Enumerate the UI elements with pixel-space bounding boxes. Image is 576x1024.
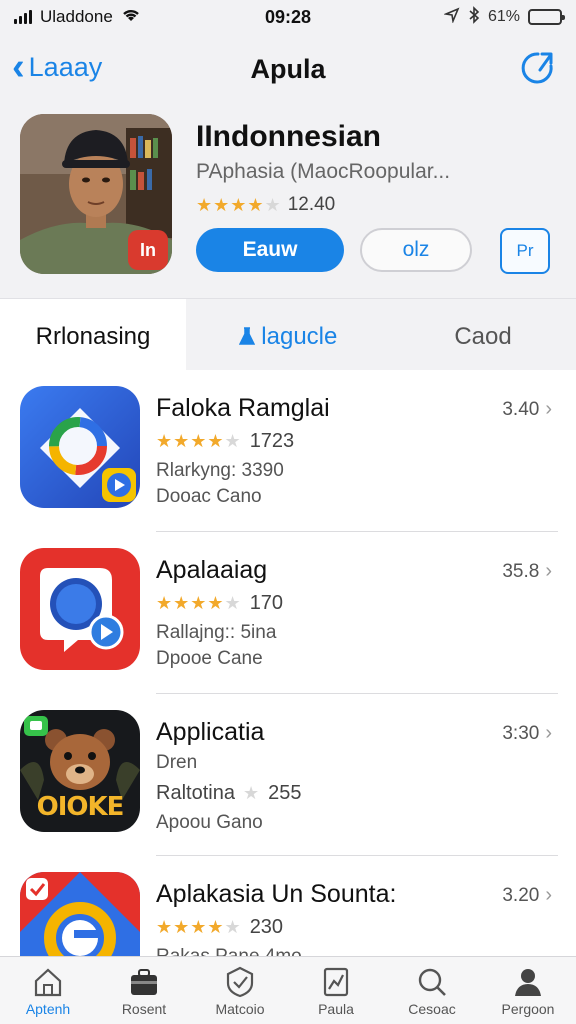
app-price[interactable]: 35.8 › (502, 560, 552, 583)
chart-icon (323, 967, 349, 997)
tab-label: Caod (454, 323, 512, 350)
star-rating: ★ (242, 783, 261, 803)
icon-caption: OIOKE (36, 792, 125, 822)
briefcase-icon (131, 969, 157, 995)
app-meta: Dpooe Cane (156, 648, 263, 669)
app-rating: ★★★★★ 230 (156, 916, 283, 939)
app-rating: ★★★★★ 170 (156, 592, 283, 615)
app-rating: ★★★★★ 1723 (156, 430, 294, 453)
app-meta: Rlarkyng: 3390 (156, 460, 284, 481)
app-meta: Rallajng:: 5ina (156, 622, 277, 643)
tab-rrlonasing[interactable]: Rrlonasing (0, 299, 186, 371)
battery-percent: 61% (487, 8, 520, 25)
star-rating: ★★★★★ (156, 593, 242, 613)
app-meta: Dooac Cano (156, 486, 262, 507)
list-item[interactable]: OIOKE Applicatia Dren Raltotina ★ 255 Ap… (0, 694, 576, 856)
tabbar-label: Paula (318, 1001, 354, 1017)
carrier-name: Uladdone (40, 7, 113, 26)
tab-caod[interactable]: Caod (390, 299, 576, 371)
page-title: Apula (250, 54, 326, 84)
price-value: 3:30 (502, 722, 540, 744)
app-name: Apalaaiag (156, 556, 268, 584)
square-button[interactable]: Pr (500, 228, 550, 274)
app-list: Faloka Ramglai ★★★★★ 1723 Rlarkyng: 3390… (0, 370, 576, 956)
star-rating: ★★★★★ (156, 431, 242, 451)
chevron-right-icon: › (545, 722, 552, 744)
search-icon (418, 968, 446, 996)
tab-label: lagucle (261, 323, 338, 350)
app-icon-colorful (20, 872, 140, 956)
share-button[interactable] (520, 48, 556, 88)
rating-count: 1723 (249, 430, 295, 452)
bluetooth-icon (468, 5, 480, 29)
app-name: Faloka Ramglai (156, 394, 330, 422)
tabbar-item-paula[interactable]: Paula (288, 957, 384, 1024)
list-item[interactable]: Apalaaiag ★★★★★ 170 Rallajng:: 5ina Dpoo… (0, 532, 576, 694)
app-meta: Rakas Pane 4mo (156, 946, 302, 956)
app-icon-bear-game: OIOKE (20, 710, 140, 832)
tabbar-label: Pergoon (501, 1001, 555, 1017)
tabbar-item-cesoac[interactable]: Cesoac (384, 957, 480, 1024)
app-name: Applicatia (156, 718, 265, 746)
segment-tabs: Rrlonasing lagucle Caod (0, 298, 576, 371)
rating-label: Raltotina (156, 782, 235, 804)
app-price[interactable]: 3:30 › (502, 722, 552, 745)
rating-count: 255 (268, 782, 302, 804)
secondary-button[interactable]: olz (360, 228, 472, 272)
app-rating: ★★★★★ 12.40 (196, 194, 335, 216)
tab-lagucle[interactable]: lagucle (186, 299, 390, 371)
status-bar: Uladdone 09:28 61% (0, 0, 576, 34)
tab-label: Rrlonasing (35, 323, 151, 350)
shield-icon (226, 966, 254, 998)
wifi-icon (121, 7, 141, 28)
app-title: IIndonnesian (196, 120, 382, 153)
tabbar-label: Matcoio (215, 1001, 265, 1017)
battery-icon (528, 9, 565, 25)
rating-count: 170 (249, 592, 284, 614)
app-price[interactable]: 3.20 › (502, 884, 552, 907)
rating-value: 12.40 (287, 194, 336, 215)
chevron-right-icon: › (545, 884, 552, 906)
tabbar-label: Cesoac (408, 1001, 456, 1017)
home-icon (34, 968, 62, 997)
app-header: In IIndonnesian PAphasia (MaocRoopular..… (0, 106, 576, 298)
app-badge: In (128, 230, 168, 270)
navigation-bar: ‹ Laaay Apula (0, 34, 576, 106)
chevron-right-icon: › (545, 560, 552, 582)
app-icon-google-like (20, 386, 140, 508)
app-avatar: In (20, 114, 172, 274)
share-icon (521, 52, 553, 84)
star-rating: ★★★★★ (156, 917, 242, 937)
tabbar-item-aptenh[interactable]: Aptenh (0, 957, 96, 1024)
app-icon-camera-like (20, 548, 140, 670)
price-value: 3.40 (502, 398, 540, 420)
app-rating: Raltotina ★ 255 (156, 782, 301, 805)
list-item[interactable]: Faloka Ramglai ★★★★★ 1723 Rlarkyng: 3390… (0, 370, 576, 532)
chevron-right-icon: › (545, 398, 552, 420)
star-rating: ★★★★★ (196, 194, 282, 215)
signal-icon (14, 10, 32, 24)
tabbar-item-matcoio[interactable]: Matcoio (192, 957, 288, 1024)
app-price[interactable]: 3.40 › (502, 398, 552, 421)
location-icon (443, 7, 460, 28)
tabbar-label: Aptenh (25, 1001, 71, 1017)
bottom-tab-bar: Aptenh Rosent Matcoio Paula Cesoac Pergo… (0, 956, 576, 1024)
list-item[interactable]: Aplakasia Un Sounta: ★★★★★ 230 Rakas Pan… (0, 856, 576, 956)
app-meta: Apoou Gano (156, 812, 263, 833)
price-value: 35.8 (502, 560, 540, 582)
tabbar-label: Rosent (121, 1001, 167, 1017)
rating-count: 230 (249, 916, 284, 938)
app-subtitle: PAphasia (MaocRoopular... (196, 160, 451, 183)
flask-icon (238, 327, 255, 345)
tabbar-item-pergoon[interactable]: Pergoon (480, 957, 576, 1024)
tabbar-item-rosent[interactable]: Rosent (96, 957, 192, 1024)
app-name: Aplakasia Un Sounta: (156, 880, 397, 908)
get-button[interactable]: Eauw (196, 228, 344, 272)
app-meta: Dren (156, 752, 198, 773)
person-icon (515, 969, 541, 996)
price-value: 3.20 (502, 884, 540, 906)
